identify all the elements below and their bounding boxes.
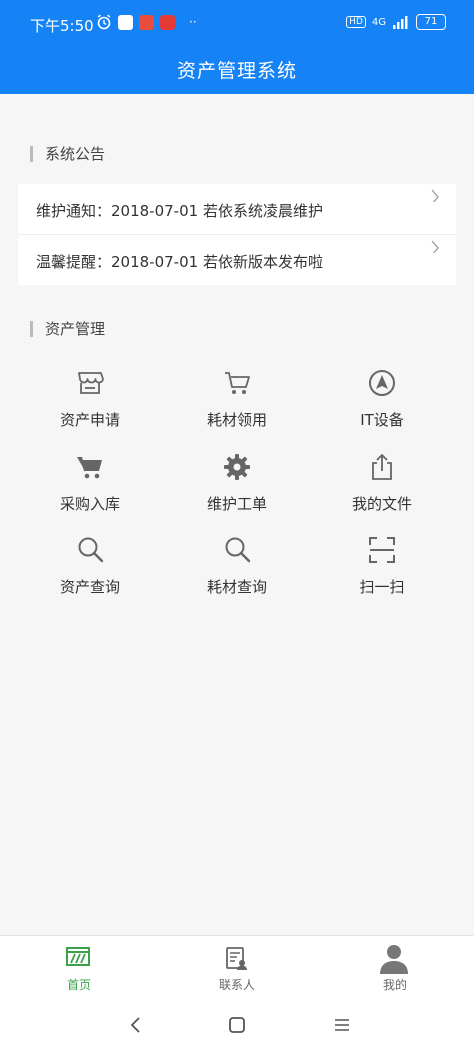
grid-item-asset-query[interactable]: 资产查询 — [11, 535, 169, 615]
tab-label: 联系人 — [218, 978, 255, 992]
home-icon — [66, 947, 90, 966]
tab-contacts[interactable]: 联系人 — [158, 936, 316, 998]
grid-item-maintenance-order[interactable]: 维护工单 — [158, 452, 316, 532]
notice-item[interactable]: 维护通知：2018-07-01 若依系统凌晨维护 — [18, 184, 456, 235]
hd-icon: HD — [346, 16, 366, 28]
grid-item-it-device[interactable]: IT设备 — [303, 368, 461, 448]
grid-item-asset-apply[interactable]: 资产申请 — [11, 368, 169, 448]
status-bar: 下午5:50 ·· HD 4G 71 — [0, 0, 474, 48]
notice-section-title: 系统公告 — [30, 146, 105, 162]
profile-icon — [380, 945, 408, 974]
notice-list: 维护通知：2018-07-01 若依系统凌晨维护 温馨提醒：2018-07-01… — [18, 184, 456, 285]
news-app-icon — [160, 14, 175, 30]
grid-item-consumable-query[interactable]: 耗材查询 — [158, 535, 316, 615]
status-system-icons: HD 4G 71 — [346, 14, 446, 30]
chevron-right-icon — [431, 189, 439, 202]
grid-item-label: 采购入库 — [59, 495, 120, 513]
network-type: 4G — [371, 16, 386, 28]
grid-item-label: 耗材领用 — [206, 411, 267, 429]
grid-item-my-files[interactable]: 我的文件 — [303, 452, 461, 532]
notice-text: 温馨提醒：2018-07-01 若依新版本发布啦 — [36, 253, 323, 271]
chevron-right-icon — [431, 240, 439, 253]
search-icon — [225, 537, 251, 563]
grid-item-label: 维护工单 — [206, 495, 267, 513]
page-title: 资产管理系统 — [176, 60, 297, 82]
share-icon — [372, 454, 392, 480]
grid-item-scan[interactable]: 扫一扫 — [303, 535, 461, 615]
tab-home[interactable]: 首页 — [0, 936, 158, 998]
menu-icon[interactable] — [332, 1015, 352, 1035]
bottom-tab-bar: 首页 联系人 我的 — [0, 935, 474, 998]
grid-item-label: 我的文件 — [351, 495, 412, 513]
store-icon — [78, 372, 104, 394]
asset-section-title: 资产管理 — [30, 321, 105, 337]
cart-outline-icon — [225, 372, 250, 394]
grid-item-label: IT设备 — [360, 411, 404, 429]
more-dots-icon: ·· — [189, 15, 197, 29]
home-nav-icon[interactable] — [227, 1015, 247, 1035]
system-nav-bar — [0, 997, 474, 1053]
app-notification-icon — [118, 14, 133, 30]
battery-icon: 71 — [416, 14, 446, 30]
back-icon[interactable] — [126, 1015, 146, 1035]
gear-icon — [224, 454, 250, 480]
navigation-icon — [369, 370, 395, 396]
signal-icon — [393, 16, 408, 29]
search-icon — [78, 537, 104, 563]
grid-item-label: 资产查询 — [59, 578, 120, 596]
alarm-icon — [97, 14, 111, 30]
stock-app-icon — [139, 14, 154, 30]
grid-item-purchase-in[interactable]: 采购入库 — [11, 452, 169, 532]
grid-item-label: 耗材查询 — [206, 578, 267, 596]
cart-filled-icon — [77, 456, 102, 479]
tab-profile[interactable]: 我的 — [316, 936, 474, 998]
tab-label: 首页 — [66, 978, 91, 992]
grid-item-label: 资产申请 — [59, 411, 120, 429]
grid-item-label: 扫一扫 — [359, 578, 405, 596]
tab-label: 我的 — [382, 978, 407, 992]
grid-item-consumable-claim[interactable]: 耗材领用 — [158, 368, 316, 448]
notice-item[interactable]: 温馨提醒：2018-07-01 若依新版本发布啦 — [18, 235, 456, 285]
scan-icon — [369, 537, 395, 563]
notice-text: 维护通知：2018-07-01 若依系统凌晨维护 — [36, 202, 323, 220]
contacts-icon — [226, 947, 247, 970]
status-time: 下午5:50 — [30, 17, 94, 35]
app-header: 下午5:50 ·· HD 4G 71 资产管理系统 — [0, 0, 474, 94]
status-notification-icons: ·· — [96, 14, 197, 30]
